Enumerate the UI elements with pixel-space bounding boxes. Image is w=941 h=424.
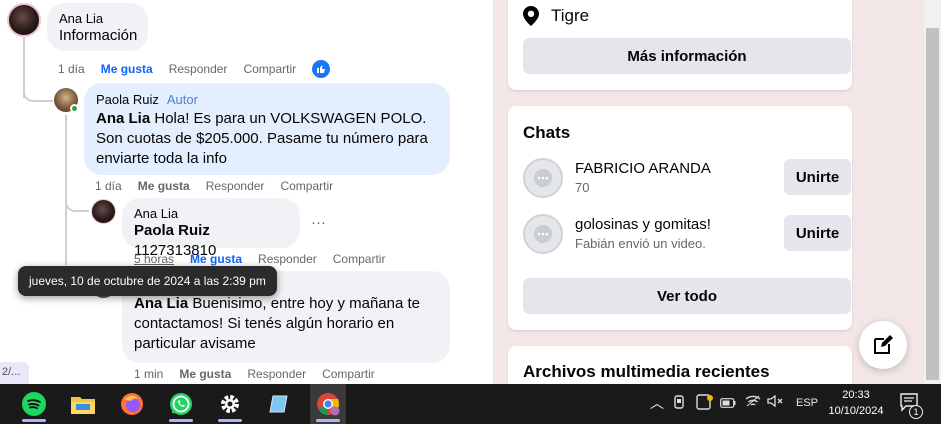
thread-line (65, 115, 67, 265)
compose-button[interactable] (859, 321, 907, 369)
scrollbar-thumb[interactable] (926, 28, 939, 380)
tray-app-icon[interactable] (672, 394, 686, 413)
comment-author[interactable]: Ana Lia (59, 11, 136, 26)
chats-title: Chats (523, 123, 571, 142)
thread-connector (65, 196, 89, 212)
file-explorer-app[interactable] (65, 384, 101, 424)
like-button[interactable]: Me gusta (101, 62, 153, 76)
page-indicator[interactable]: 2/... (0, 362, 29, 384)
location-row: Tigre (523, 6, 589, 26)
chat-subtitle: 70 (575, 180, 590, 195)
like-button[interactable]: Me gusta (179, 367, 231, 381)
scrollbar[interactable] (924, 0, 941, 384)
firefox-icon (121, 393, 143, 415)
comment-text: Ana Lia Buenisimo, entre hoy y mañana te… (134, 294, 438, 354)
whatsapp-icon (170, 393, 192, 415)
share-button[interactable]: Compartir (243, 62, 296, 76)
avatar[interactable] (91, 199, 116, 224)
reply-button[interactable]: Responder (206, 179, 265, 193)
wifi-icon[interactable] (745, 394, 761, 411)
running-indicator (316, 419, 340, 422)
chat-bubble-icon (523, 214, 563, 254)
whatsapp-app[interactable] (163, 384, 199, 424)
chat-item[interactable]: golosinas y gomitas! Fabián envió un vid… (523, 214, 851, 254)
chrome-icon (317, 393, 340, 416)
thread-connector (23, 80, 53, 102)
location-text: Tigre (551, 6, 590, 25)
avatar[interactable] (7, 3, 41, 37)
gear-icon (221, 395, 239, 413)
group-sidebar: Tigre Más información Chats FABRICIO ARA… (493, 0, 924, 384)
info-card: Tigre Más información (508, 0, 852, 90)
notification-count: 1 (909, 405, 923, 419)
comment-text: Ana Lia Hola! Es para un VOLKSWAGEN POLO… (96, 109, 438, 169)
comment-time[interactable]: 5 horas (134, 252, 174, 266)
join-chat-button[interactable]: Unirte (784, 159, 851, 195)
author-badge: Autor (166, 92, 198, 107)
like-button[interactable]: Me gusta (138, 179, 190, 193)
join-chat-button[interactable]: Unirte (784, 215, 851, 251)
chat-subtitle: Fabián envió un video. (575, 236, 706, 251)
timestamp-tooltip: jueves, 10 de octubre de 2024 a las 2:39… (18, 266, 277, 296)
mention[interactable]: Ana Lia (134, 295, 188, 312)
reply-button[interactable]: Responder (258, 252, 317, 266)
like-button[interactable]: Me gusta (190, 252, 242, 266)
comment-bubble: Paola Ruiz Autor Ana Lia Hola! Es para un… (84, 83, 450, 175)
folder-icon (71, 397, 95, 414)
battery-icon[interactable] (720, 397, 736, 411)
more-info-button[interactable]: Más información (523, 38, 851, 74)
see-all-button[interactable]: Ver todo (523, 278, 851, 314)
chat-name: golosinas y gomitas! (575, 216, 711, 233)
media-card: Archivos multimedia recientes (508, 346, 852, 384)
language-indicator[interactable]: ESP (796, 397, 818, 409)
comments-panel: Ana Lia Información 1 día Me gusta Respo… (0, 0, 493, 384)
comment-author[interactable]: Paola Ruiz (96, 92, 159, 107)
like-reaction-icon[interactable] (312, 60, 331, 78)
mention[interactable]: Paola Ruiz (134, 222, 210, 239)
clock-date: 10/10/2024 (828, 405, 884, 417)
media-title: Archivos multimedia recientes (523, 362, 770, 381)
notes-app[interactable] (261, 384, 297, 424)
running-indicator (22, 419, 46, 422)
taskbar: ︿ ESP 20:33 10/10/2024 1 (0, 384, 941, 424)
comment-author[interactable]: Ana Lia (134, 206, 288, 221)
comment-time[interactable]: 1 min (134, 367, 163, 381)
reply-button[interactable]: Responder (247, 367, 306, 381)
clock-time: 20:33 (842, 389, 870, 401)
comment-actions: 1 min Me gusta Responder Compartir (134, 367, 375, 381)
chat-name: FABRICIO ARANDA (575, 160, 711, 177)
comment-actions: 1 día Me gusta Responder Compartir (58, 60, 331, 78)
comment-actions: 5 horas Me gusta Responder Compartir (134, 252, 385, 266)
comment-bubble: Ana Lia Paola Ruiz 1127313810 (122, 198, 300, 259)
comment-text: Información (59, 27, 138, 44)
running-indicator (169, 419, 193, 422)
online-indicator (70, 104, 79, 113)
tray-overflow-icon[interactable]: ︿ (650, 393, 664, 413)
share-button[interactable]: Compartir (280, 179, 333, 193)
tray-sync-icon[interactable] (696, 394, 714, 413)
chrome-app[interactable] (310, 384, 346, 424)
compose-icon (874, 335, 893, 354)
share-button[interactable]: Compartir (322, 367, 375, 381)
running-indicator (218, 419, 242, 422)
notebook-icon (269, 395, 288, 413)
comment-actions: 1 día Me gusta Responder Compartir (95, 179, 333, 193)
comment-bubble: Ana Lia Información (47, 3, 148, 51)
clock[interactable]: 20:33 10/10/2024 (820, 387, 892, 419)
chat-item[interactable]: FABRICIO ARANDA 70 Unirte (523, 158, 851, 198)
comment-time[interactable]: 1 día (95, 179, 122, 193)
comment-time[interactable]: 1 día (58, 62, 85, 76)
settings-app[interactable] (212, 384, 248, 424)
firefox-app[interactable] (114, 384, 150, 424)
chats-card: Chats FABRICIO ARANDA 70 Unirte golosina… (508, 106, 852, 330)
chat-bubble-icon (523, 158, 563, 198)
speaker-muted-icon[interactable] (767, 394, 783, 411)
reply-button[interactable]: Responder (169, 62, 228, 76)
location-pin-icon (523, 6, 539, 26)
spotify-app[interactable] (16, 384, 52, 424)
spotify-icon (22, 392, 46, 416)
mention[interactable]: Ana Lia (96, 110, 150, 127)
share-button[interactable]: Compartir (333, 252, 386, 266)
more-options-button[interactable]: ··· (311, 214, 326, 231)
